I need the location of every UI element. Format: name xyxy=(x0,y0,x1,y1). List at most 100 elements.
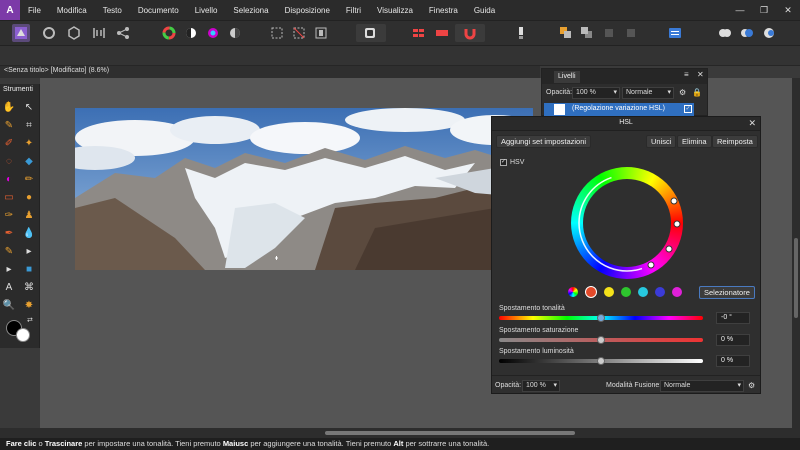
develop-persona-icon[interactable] xyxy=(65,24,83,42)
close-icon[interactable]: ✕ xyxy=(776,0,800,20)
boolean-subtract-icon[interactable] xyxy=(738,24,756,42)
menu-file[interactable]: File xyxy=(20,6,49,15)
horizontal-scrollbar[interactable] xyxy=(0,428,800,438)
paint-brush-icon[interactable]: ✏ xyxy=(22,172,36,186)
layer-visibility-checkbox[interactable]: ✓ xyxy=(684,105,692,113)
dialog-opacity-field[interactable]: 100 % ▾ xyxy=(522,380,560,392)
menu-testo[interactable]: Testo xyxy=(95,6,130,15)
vertical-scroll-thumb[interactable] xyxy=(794,238,798,318)
levels-icon[interactable] xyxy=(182,24,200,42)
smudge-brush-icon[interactable]: ✒ xyxy=(2,226,16,240)
horizontal-scroll-thumb[interactable] xyxy=(325,431,575,435)
saturation-shift-knob[interactable] xyxy=(597,336,605,344)
hue-shift-value[interactable]: -0 ° xyxy=(716,312,750,324)
flood-fill-icon[interactable]: ◆ xyxy=(22,154,36,168)
luminosity-shift-value[interactable]: 0 % xyxy=(716,355,750,367)
arrange-back-icon[interactable] xyxy=(578,24,596,42)
arrange-backward-icon[interactable] xyxy=(622,24,640,42)
merge-button[interactable]: Unisci xyxy=(646,135,677,148)
brush-icon[interactable] xyxy=(512,24,530,42)
menu-visualizza[interactable]: Visualizza xyxy=(369,6,421,15)
rectangle-tool-icon[interactable]: ■ xyxy=(22,262,36,276)
assistant-icon[interactable] xyxy=(666,24,684,42)
menu-documento[interactable]: Documento xyxy=(130,6,187,15)
gradient-icon[interactable]: ◐ xyxy=(2,172,16,186)
blue-swatch[interactable] xyxy=(655,287,665,297)
layer-row-hsl[interactable]: (Regolazione variazione HSL) ✓ xyxy=(544,103,694,116)
menu-filtri[interactable]: Filtri xyxy=(338,6,369,15)
tab-layers[interactable]: Livelli xyxy=(554,71,580,83)
red-swatch[interactable] xyxy=(585,286,597,298)
selector-button[interactable]: Selezionatore xyxy=(699,286,755,299)
add-preset-button[interactable]: Aggiungi set impostazioni xyxy=(496,135,592,148)
layer-settings-icon[interactable]: ⚙ xyxy=(679,88,686,97)
boolean-intersect-icon[interactable] xyxy=(760,24,778,42)
red-eye-icon[interactable]: ✸ xyxy=(22,298,36,312)
export-persona-icon[interactable] xyxy=(114,24,132,42)
blur-brush-icon[interactable]: 💧 xyxy=(22,226,36,240)
arrange-forward-icon[interactable] xyxy=(600,24,618,42)
saturation-shift-slider[interactable] xyxy=(499,336,703,344)
lock-icon[interactable]: 🔒 xyxy=(692,88,702,97)
secondary-color-swatch[interactable] xyxy=(16,328,30,342)
deselect-icon[interactable] xyxy=(290,24,308,42)
arrange-front-icon[interactable] xyxy=(557,24,575,42)
gear-icon[interactable]: ⚙ xyxy=(748,381,755,390)
luminosity-shift-knob[interactable] xyxy=(597,357,605,365)
swap-colors-icon[interactable]: ⇄ xyxy=(27,316,33,324)
white-balance-icon[interactable] xyxy=(226,24,244,42)
delete-button[interactable]: Elimina xyxy=(677,135,712,148)
move-tool-icon[interactable]: ↖ xyxy=(22,100,36,114)
menu-livello[interactable]: Livello xyxy=(187,6,226,15)
color-picker-icon[interactable]: ✎ xyxy=(2,118,16,132)
green-swatch[interactable] xyxy=(621,287,631,297)
flood-select-icon[interactable]: ✦ xyxy=(22,136,36,150)
hsv-checkbox[interactable]: ✓ xyxy=(500,159,507,166)
tone-mapping-persona-icon[interactable] xyxy=(90,24,108,42)
cyan-swatch[interactable] xyxy=(638,287,648,297)
liquify-persona-icon[interactable] xyxy=(40,24,58,42)
menu-guida[interactable]: Guida xyxy=(466,6,503,15)
clone-brush-icon[interactable]: ✑ xyxy=(2,208,16,222)
panel-menu-icon[interactable]: ≡ xyxy=(684,70,689,79)
document-tab[interactable]: <Senza titolo> [Modificato] (8.6%) xyxy=(0,66,540,78)
menu-modifica[interactable]: Modifica xyxy=(49,6,95,15)
menu-disposizione[interactable]: Disposizione xyxy=(277,6,338,15)
selection-brush-icon[interactable]: ✐ xyxy=(2,136,16,150)
selection-mode-icon[interactable] xyxy=(410,24,428,42)
healing-brush-icon[interactable]: ✎ xyxy=(2,244,16,258)
menu-seleziona[interactable]: Seleziona xyxy=(225,6,276,15)
mesh-warp-icon[interactable]: ⌘ xyxy=(22,280,36,294)
luminosity-shift-slider[interactable] xyxy=(499,357,703,365)
app-logo-icon[interactable]: A xyxy=(0,0,20,20)
erase-brush-icon[interactable]: ▭ xyxy=(2,190,16,204)
layers-opacity-field[interactable]: 100 % ▾ xyxy=(572,87,620,99)
zoom-tool-icon[interactable]: 🔍 xyxy=(2,298,16,312)
pen-tool-icon[interactable]: ▸ xyxy=(22,244,36,258)
magenta-swatch[interactable] xyxy=(672,287,682,297)
quick-mask-dropdown[interactable] xyxy=(356,24,386,42)
color-balance-icon[interactable] xyxy=(204,24,222,42)
color-wheel-icon[interactable] xyxy=(160,24,178,42)
rectangle-selection-icon[interactable] xyxy=(268,24,286,42)
hue-shift-slider[interactable] xyxy=(499,314,703,322)
snapping-dropdown[interactable] xyxy=(455,24,485,42)
hand-tool-icon[interactable]: ✋ xyxy=(2,100,16,114)
boolean-add-icon[interactable] xyxy=(716,24,734,42)
invert-selection-icon[interactable] xyxy=(312,24,330,42)
vertical-scrollbar[interactable] xyxy=(792,78,800,428)
maximize-icon[interactable]: ❐ xyxy=(752,0,776,20)
reset-button[interactable]: Reimposta xyxy=(712,135,758,148)
mountain-photo[interactable] xyxy=(75,108,533,270)
subtract-selection-icon[interactable] xyxy=(433,24,451,42)
blend-mode-select[interactable]: Normale ▾ xyxy=(660,380,744,392)
minimize-icon[interactable]: — xyxy=(728,0,752,20)
all-colors-swatch[interactable] xyxy=(568,287,578,297)
freehand-select-icon[interactable]: ◌ xyxy=(2,154,16,168)
layers-blend-mode-select[interactable]: Normale ▾ xyxy=(622,87,674,99)
saturation-shift-value[interactable]: 0 % xyxy=(716,334,750,346)
hue-shift-knob[interactable] xyxy=(597,314,605,322)
photo-persona-icon[interactable] xyxy=(12,24,30,42)
panel-close-icon[interactable]: ✕ xyxy=(697,70,704,79)
text-tool-icon[interactable]: A xyxy=(2,280,16,294)
